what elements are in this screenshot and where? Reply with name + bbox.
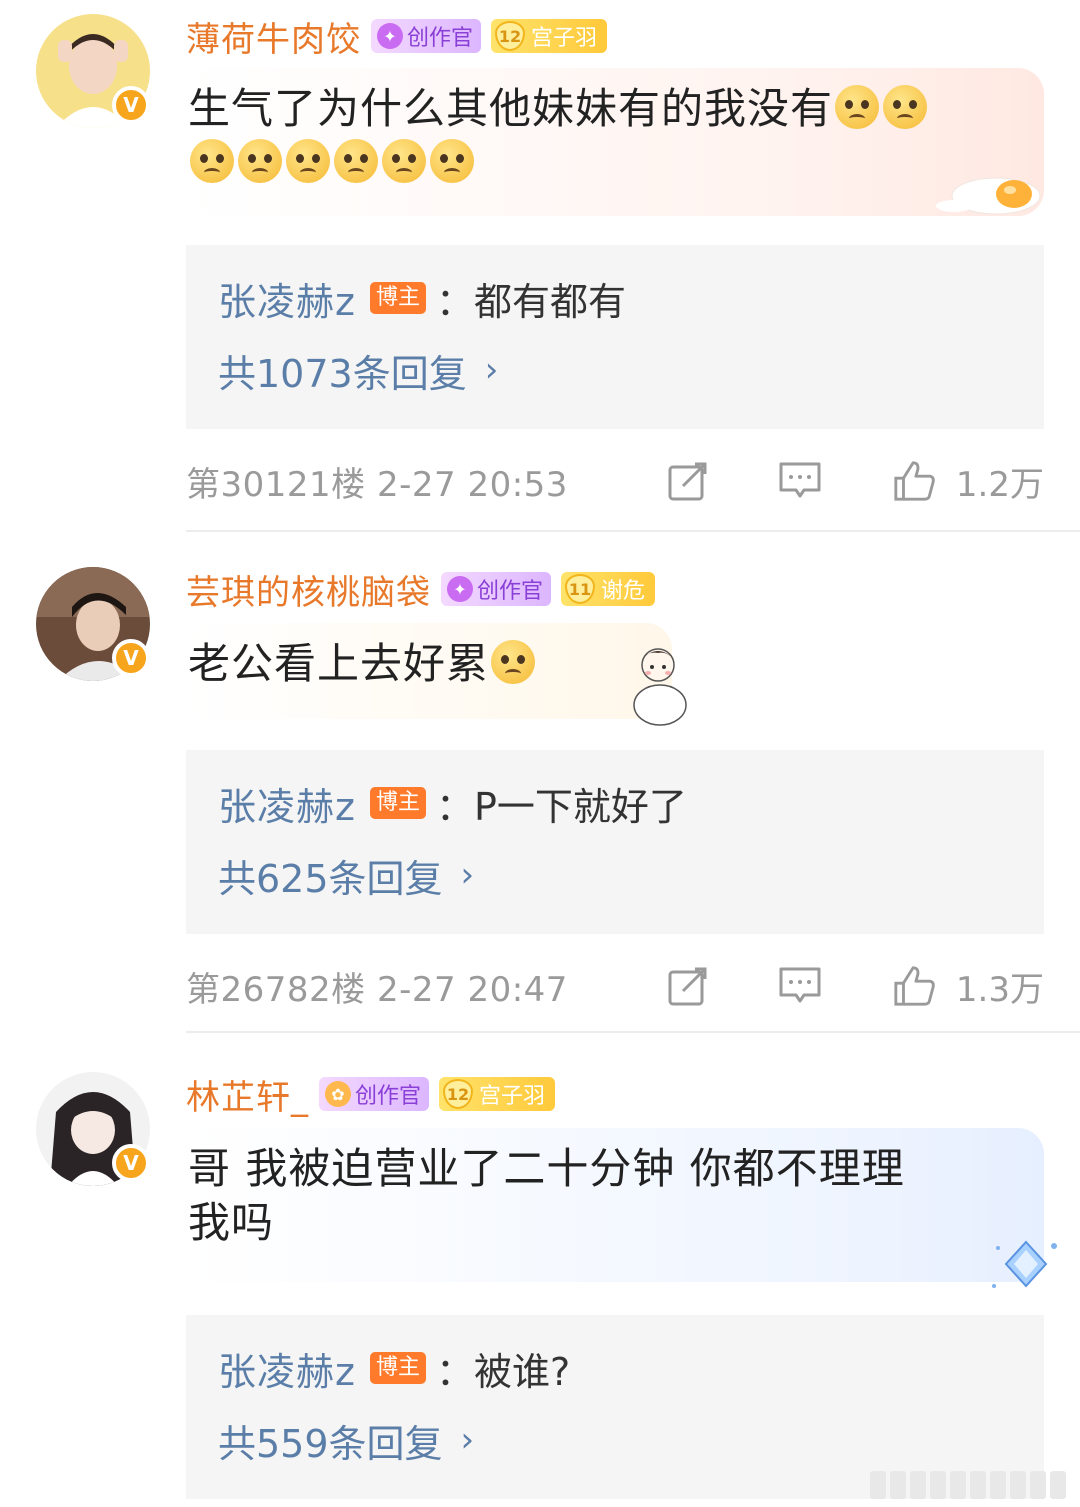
watermark-bar: [930, 1471, 946, 1499]
creator-badge[interactable]: ✦ 创作官: [371, 19, 482, 53]
reply-line: 张凌赫z 博主 ：P一下就好了: [218, 776, 1044, 831]
edit-icon[interactable]: [666, 964, 710, 1008]
fan-group: 宫子羽: [531, 26, 598, 51]
reply-count-label: 共559条回复: [218, 1421, 443, 1466]
comment-icon[interactable]: [778, 459, 822, 503]
cat-sticker-decoration-icon: [633, 648, 687, 726]
comment-text-line2: 我吗: [188, 1198, 275, 1247]
reply-preview[interactable]: 张凌赫z 博主 ：都有都有 共1073条回复 ›: [186, 245, 1044, 429]
reply-author[interactable]: 张凌赫z: [218, 776, 356, 831]
fan-badge[interactable]: 12 宫子羽: [491, 19, 608, 53]
thumbs-up-icon[interactable]: [892, 964, 936, 1008]
pleading-emoji-icon: [430, 139, 474, 183]
pleading-emoji-icon: [835, 85, 880, 129]
reply-line: 张凌赫z 博主 ：被谁?: [218, 1341, 1044, 1396]
pleading-emoji-icon: [334, 139, 378, 183]
comment-footer: 第26782楼 2-27 20:47 1.3万: [186, 961, 1044, 1011]
reply-line: 张凌赫z 博主 ：都有都有: [218, 271, 1044, 326]
avatar[interactable]: V: [36, 14, 150, 128]
watermark-bar: [910, 1471, 926, 1499]
chevron-right-icon: ›: [484, 350, 499, 390]
reply-count-label: 共625条回复: [218, 856, 443, 901]
creator-icon: ✦: [377, 23, 403, 49]
watermark-bars: [870, 1471, 1066, 1499]
avatar[interactable]: V: [36, 1072, 150, 1186]
reply-count-link[interactable]: 共1073条回复 ›: [218, 345, 1044, 396]
watermark-bar: [890, 1471, 906, 1499]
creator-icon: ✦: [447, 576, 473, 602]
fan-group: 谢危: [601, 579, 646, 604]
verified-badge-icon: V: [112, 1144, 150, 1182]
watermark-bar: [970, 1471, 986, 1499]
comment-footer: 第30121楼 2-27 20:53 1.2万: [186, 456, 1044, 506]
blogger-tag: 博主: [369, 282, 426, 314]
thumbs-up-icon[interactable]: [892, 459, 936, 503]
verified-badge-icon: V: [112, 639, 150, 677]
creator-badge-label: 创作官: [477, 579, 544, 604]
pleading-emoji-icon: [190, 139, 234, 183]
chevron-right-icon: ›: [460, 1420, 475, 1460]
reply-text: ：P一下就好了: [435, 784, 687, 829]
pleading-emoji-icon: [286, 139, 330, 183]
comment-text: 老公看上去好累: [188, 639, 490, 688]
watermark-bar: [1030, 1471, 1046, 1499]
edit-icon[interactable]: [666, 459, 710, 503]
comment-text: 生气了为什么其他妹妹有的我没有: [188, 84, 834, 133]
pleading-emoji-icon: [238, 139, 282, 183]
pleading-emoji-icon: [382, 139, 426, 183]
chevron-right-icon: ›: [460, 855, 475, 895]
fan-badge[interactable]: 11 谢危: [561, 572, 656, 606]
watermark-bar: [990, 1471, 1006, 1499]
floor-and-time: 第26782楼 2-27 20:47: [186, 969, 568, 1010]
creator-badge[interactable]: ✿ 创作官: [319, 1077, 430, 1111]
fan-level: 11: [565, 574, 596, 604]
comment-text-line1: 哥 我被迫营业了二十分钟 你都不理理: [188, 1144, 905, 1193]
username[interactable]: 林芷轩_: [186, 1070, 309, 1119]
verified-badge-icon: V: [112, 86, 150, 124]
comment-bubble[interactable]: 生气了为什么其他妹妹有的我没有: [186, 68, 1044, 216]
fried-egg-decoration-icon: [936, 177, 1041, 215]
creator-badge-label: 创作官: [355, 1084, 422, 1109]
creator-icon: ✿: [325, 1081, 351, 1107]
diamond-decoration-icon: [992, 1240, 1057, 1288]
fan-group: 宫子羽: [479, 1084, 546, 1109]
fan-badge[interactable]: 12 宫子羽: [439, 1077, 556, 1111]
reply-count-link[interactable]: 共625条回复 ›: [218, 850, 1044, 901]
reply-author[interactable]: 张凌赫z: [218, 271, 356, 326]
divider: [186, 1031, 1080, 1033]
blogger-tag: 博主: [369, 787, 426, 819]
comment-icon[interactable]: [778, 964, 822, 1008]
pleading-emoji-icon: [883, 85, 928, 129]
reply-count-label: 共1073条回复: [218, 351, 467, 396]
like-count: 1.3万: [955, 969, 1044, 1010]
divider: [186, 530, 1080, 532]
username-row: 薄荷牛肉饺 ✦ 创作官 12 宫子羽: [186, 12, 608, 61]
blogger-tag: 博主: [369, 1352, 426, 1384]
username[interactable]: 薄荷牛肉饺: [186, 12, 361, 61]
floor-and-time: 第30121楼 2-27 20:53: [186, 464, 568, 505]
creator-badge[interactable]: ✦ 创作官: [441, 572, 552, 606]
reply-text: ：被谁?: [435, 1349, 571, 1394]
watermark-bar: [950, 1471, 966, 1499]
watermark-bar: [1050, 1471, 1066, 1499]
reply-author[interactable]: 张凌赫z: [218, 1341, 356, 1396]
username[interactable]: 芸琪的核桃脑袋: [186, 565, 431, 614]
sad-emoji-icon: [491, 640, 536, 684]
username-row: 林芷轩_ ✿ 创作官 12 宫子羽: [186, 1070, 556, 1119]
reply-count-link[interactable]: 共559条回复 ›: [218, 1415, 1044, 1466]
comment-bubble[interactable]: 老公看上去好累: [186, 623, 672, 719]
creator-badge-label: 创作官: [407, 26, 474, 51]
watermark-bar: [870, 1471, 886, 1499]
reply-preview[interactable]: 张凌赫z 博主 ：P一下就好了 共625条回复 ›: [186, 750, 1044, 934]
fan-level: 12: [443, 1079, 474, 1109]
comment-bubble[interactable]: 哥 我被迫营业了二十分钟 你都不理理 我吗: [186, 1128, 1044, 1282]
avatar[interactable]: V: [36, 567, 150, 681]
reply-text: ：都有都有: [435, 279, 626, 324]
username-row: 芸琪的核桃脑袋 ✦ 创作官 11 谢危: [186, 565, 656, 614]
watermark-bar: [1010, 1471, 1026, 1499]
fan-level: 12: [495, 21, 526, 51]
like-count: 1.2万: [955, 464, 1044, 505]
